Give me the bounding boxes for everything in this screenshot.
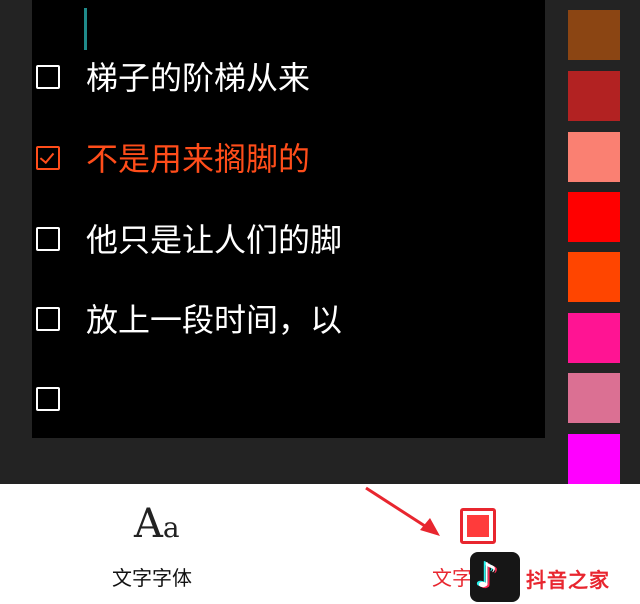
color-square-icon — [460, 508, 496, 544]
color-swatch[interactable] — [568, 434, 620, 484]
checklist-item: 放上一段时间，以 — [32, 292, 545, 352]
checklist-item: 他只是让人们的脚 — [32, 212, 545, 272]
checklist-item-text[interactable]: 梯子的阶梯从来 — [86, 50, 310, 106]
color-swatch[interactable] — [568, 313, 620, 363]
checklist-item-text[interactable]: 放上一段时间，以 — [86, 292, 342, 348]
color-swatch[interactable] — [568, 373, 620, 423]
text-cursor — [84, 8, 87, 50]
color-swatch[interactable] — [568, 10, 620, 60]
text-editor[interactable]: 梯子的阶梯从来 不是用来搁脚的 他只是让人们的脚 放上一段时间，以 — [32, 0, 545, 438]
watermark: ♪ 抖音之家 — [470, 552, 640, 604]
checkbox-icon[interactable] — [36, 227, 60, 251]
color-swatch[interactable] — [568, 192, 620, 242]
font-button[interactable]: Aa 文字字体 — [60, 484, 260, 604]
checklist-item — [32, 372, 545, 432]
color-palette — [568, 0, 620, 484]
check-mark-icon — [39, 148, 55, 165]
checklist-item: 梯子的阶梯从来 — [32, 50, 545, 110]
checked-checkbox-icon[interactable] — [36, 146, 60, 170]
checklist-item: 不是用来搁脚的 — [32, 131, 545, 191]
font-label: 文字字体 — [112, 566, 192, 590]
color-swatch[interactable] — [568, 71, 620, 121]
arrow-annotation-icon — [365, 486, 440, 536]
checklist-item-text[interactable]: 不是用来搁脚的 — [86, 131, 310, 187]
tiktok-logo-icon: ♪ — [470, 552, 520, 602]
checkbox-icon[interactable] — [36, 65, 60, 89]
watermark-text: 抖音之家 — [526, 568, 610, 592]
font-icon: Aa — [134, 501, 180, 547]
checkbox-icon[interactable] — [36, 307, 60, 331]
color-swatch[interactable] — [568, 252, 620, 302]
checklist-item-text[interactable]: 他只是让人们的脚 — [86, 212, 342, 268]
checkbox-icon[interactable] — [36, 387, 60, 411]
color-swatch[interactable] — [568, 132, 620, 182]
